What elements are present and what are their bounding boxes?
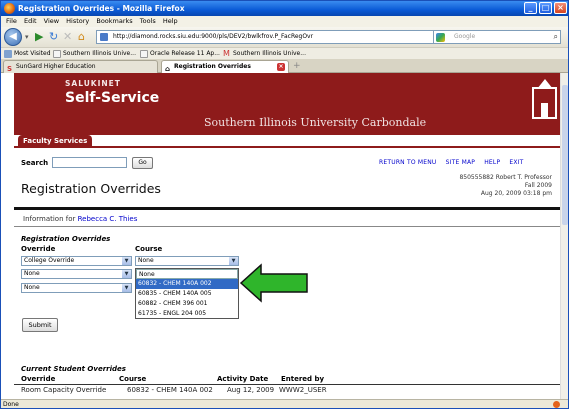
menu-history[interactable]: History [66, 17, 89, 25]
url-text: http://diamond.rocks.siu.edu:9000/pls/DE… [113, 33, 314, 40]
close-button[interactable]: × [554, 2, 567, 14]
course-select-1[interactable]: None ▼ [135, 256, 239, 266]
self-service-logo: Self-Service [65, 90, 160, 106]
salukinet-logo: SALUKINET [65, 79, 121, 88]
current-overrides-title: Current Student Overrides [21, 365, 126, 373]
status-bar: Done [1, 399, 568, 408]
course-dropdown-list: None 60832 - CHEM 140A 002 60835 - CHEM … [135, 268, 239, 319]
link-exit[interactable]: EXIT [509, 159, 523, 166]
bookmarks-toolbar: Most Visited Southern Illinois Unive... … [1, 47, 568, 59]
cell-entered-by: WWW2_USER [279, 386, 327, 394]
header-course: Course [119, 375, 147, 383]
site-banner: SALUKINET Self-Service Southern Illinois… [14, 73, 561, 135]
search-label: Search [21, 159, 49, 167]
dropdown-option[interactable]: None [136, 269, 238, 279]
firefox-icon [4, 3, 15, 14]
menu-help[interactable]: Help [163, 17, 178, 25]
title-bar: Registration Overrides - Mozilla Firefox… [1, 1, 568, 16]
dropdown-option-selected[interactable]: 60832 - CHEM 140A 002 [136, 279, 238, 289]
term-label: Fall 2009 [524, 182, 552, 189]
magnifier-icon[interactable]: ⌕ [554, 31, 558, 43]
top-links: RETURN TO MENU SITE MAP HELP EXIT [379, 159, 531, 166]
user-line: 850555882 Robert T. Professor [459, 174, 552, 181]
user-info: 850555882 Robert T. Professor Fall 2009 … [459, 174, 552, 198]
divider [14, 146, 561, 148]
google-icon[interactable] [436, 33, 445, 42]
menu-edit[interactable]: Edit [24, 17, 37, 25]
search-engine-placeholder: Google [454, 33, 476, 40]
forward-button[interactable]: ▶ [35, 30, 43, 44]
cell-override: Room Capacity Override [21, 386, 107, 394]
dropdown-option[interactable]: 60882 - CHEM 396 001 [136, 299, 238, 309]
col-override: Override [21, 245, 56, 253]
back-button[interactable]: ◀ [4, 28, 22, 46]
menu-bookmarks[interactable]: Bookmarks [96, 17, 132, 25]
student-name-link[interactable]: Rebecca C. Thies [78, 215, 138, 223]
header-override: Override [21, 375, 56, 383]
divider [14, 226, 561, 227]
gmail-icon: M [223, 48, 230, 58]
history-dropdown-icon[interactable]: ▾ [25, 30, 29, 44]
submit-button[interactable]: Submit [22, 318, 58, 332]
override-select-2[interactable]: None ▼ [21, 269, 132, 279]
browser-window: Registration Overrides - Mozilla Firefox… [0, 0, 569, 409]
home-icon[interactable]: ⌂ [78, 30, 85, 44]
building-logo-icon [532, 79, 557, 119]
sungard-icon: S [7, 65, 13, 73]
minimize-button[interactable]: _ [524, 2, 537, 14]
page-content: SALUKINET Self-Service Southern Illinois… [1, 73, 568, 399]
stop-icon[interactable]: ✕ [63, 30, 72, 44]
reload-icon[interactable]: ↻ [49, 30, 58, 44]
menu-view[interactable]: View [44, 17, 59, 25]
maximize-button[interactable]: □ [539, 2, 552, 14]
date-label: Aug 20, 2009 03:18 pm [480, 190, 552, 197]
student-info: Information for Rebecca C. Thies [23, 215, 138, 223]
search-input[interactable] [52, 157, 127, 168]
tab-registration-overrides[interactable]: ⌂ Registration Overrides × [161, 60, 289, 73]
page-title: Registration Overrides [21, 181, 161, 196]
green-arrow-icon [239, 263, 308, 303]
cell-course: 60832 - CHEM 140A 002 [127, 386, 213, 394]
tab-bar: S SunGard Higher Education ⌂ Registration … [1, 59, 568, 73]
site-identity-icon[interactable] [100, 33, 108, 41]
link-return-to-menu[interactable]: RETURN TO MENU [379, 159, 437, 166]
search-engine-box[interactable]: Google ⌕ [433, 30, 561, 44]
link-help[interactable]: HELP [484, 159, 500, 166]
dropdown-option[interactable]: 61735 - ENGL 204 005 [136, 309, 238, 319]
header-entered-by: Entered by [281, 375, 325, 383]
new-tab-button[interactable]: + [293, 61, 301, 72]
navigation-toolbar: ◀ ▾ ▶ ↻ ✕ ⌂ http://diamond.rocks.siu.edu… [1, 27, 568, 47]
university-name: Southern Illinois University Carbondale [204, 116, 427, 129]
status-text: Done [3, 401, 19, 408]
header-activity-date: Activity Date [217, 375, 269, 383]
page-icon [53, 49, 61, 58]
cell-date: Aug 12, 2009 [227, 386, 275, 394]
title-divider [14, 207, 561, 210]
page-icon: ⌂ [165, 65, 171, 73]
divider [14, 384, 561, 385]
scrollbar-thumb[interactable] [562, 85, 568, 225]
menu-tools[interactable]: Tools [140, 17, 156, 25]
tab-sungard[interactable]: S SunGard Higher Education [3, 60, 158, 73]
chevron-down-icon[interactable]: ▼ [229, 257, 238, 265]
chevron-down-icon[interactable]: ▼ [122, 257, 131, 265]
bookmark-icon [4, 49, 12, 58]
chevron-down-icon[interactable]: ▼ [122, 284, 131, 292]
go-button[interactable]: Go [132, 157, 153, 169]
page-icon [140, 49, 148, 58]
tab-close-icon[interactable]: × [277, 63, 285, 71]
dropdown-option[interactable]: 60835 - CHEM 140A 005 [136, 289, 238, 299]
section-title: Registration Overrides [21, 235, 111, 243]
link-site-map[interactable]: SITE MAP [446, 159, 475, 166]
col-course: Course [135, 245, 163, 253]
override-select-1[interactable]: College Override ▼ [21, 256, 132, 266]
chevron-down-icon[interactable]: ▼ [122, 270, 131, 278]
status-icon [553, 401, 560, 408]
vertical-scrollbar[interactable] [560, 73, 568, 399]
menu-file[interactable]: File [6, 17, 17, 25]
override-select-3[interactable]: None ▼ [21, 283, 132, 293]
menu-bar: File Edit View History Bookmarks Tools H… [1, 16, 568, 27]
window-title: Registration Overrides - Mozilla Firefox [18, 4, 185, 13]
